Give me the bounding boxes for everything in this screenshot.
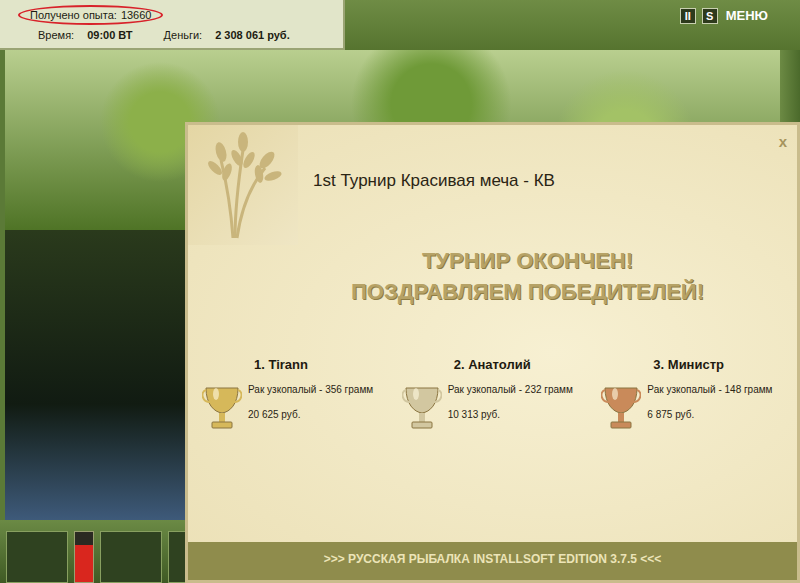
experience-value: 13660 (121, 9, 152, 21)
winner-catch: Рак узкопалый - 148 грамм (647, 384, 772, 395)
top-bar: Получено опыта: 13660 Время: 09:00 ВТ Деньги… (0, 0, 800, 50)
money-value: 2 308 061 руб. (215, 29, 290, 41)
dialog-header: 1st Турнир Красивая меча - КВ x (188, 125, 797, 245)
tournament-dialog: 1st Турнир Красивая меча - КВ x ТУРНИР ОКО… (185, 122, 800, 583)
trophy-icon (202, 382, 242, 432)
winner-prize: 6 875 руб. (647, 409, 772, 420)
hud-panel: Получено опыта: 13660 Время: 09:00 ВТ Деньги… (0, 0, 345, 50)
winner-catch: Рак узкопалый - 356 грамм (248, 384, 373, 395)
result-heading: ТУРНИР ОКОНЧЕН!ПОЗДРАВЛЯЕМ ПОБЕДИТЕЛЕЙ! (188, 245, 797, 307)
winners-list: 1. Tirann Рак узкопалый - 356 грамм 20 625… (188, 357, 797, 432)
close-button[interactable]: x (775, 131, 791, 152)
winner-prize: 10 313 руб. (448, 409, 573, 420)
control-button[interactable]: S (702, 8, 718, 24)
wheat-icon (203, 130, 283, 240)
trophy-icon (402, 382, 442, 432)
winner-name: 3. Министр (601, 357, 793, 372)
time-value: 09:00 ВТ (87, 29, 132, 41)
winner-name: 2. Анатолий (402, 357, 594, 372)
winner-name: 1. Tirann (202, 357, 394, 372)
dialog-footer: >>> РУССКАЯ РЫБАЛКА INSTALLSOFT EDITION … (188, 542, 797, 580)
winner-card: 1. Tirann Рак узкопалый - 356 грамм 20 625… (202, 357, 394, 432)
time-label: Время: (38, 29, 74, 41)
winner-card: 3. Министр Рак узкопалый - 148 грамм 6 875… (601, 357, 793, 432)
winner-prize: 20 625 руб. (248, 409, 373, 420)
trophy-icon (601, 382, 641, 432)
winner-catch: Рак узкопалый - 232 грамм (448, 384, 573, 395)
dialog-title: 1st Турнир Красивая меча - КВ (313, 171, 555, 199)
heading-line: ПОЗДРАВЛЯЕМ ПОБЕДИТЕЛЕЙ! (258, 276, 797, 307)
control-button[interactable]: II (680, 8, 696, 24)
money-label: Деньги: (164, 29, 203, 41)
winner-card: 2. Анатолий Рак узкопалый - 232 грамм 10 3… (402, 357, 594, 432)
heading-line: ТУРНИР ОКОНЧЕН! (258, 245, 797, 276)
power-meter-fill (75, 545, 93, 583)
tool-slot[interactable] (100, 531, 162, 583)
game-screen: Получено опыта: 13660 Время: 09:00 ВТ Деньги… (0, 0, 800, 583)
tool-slot[interactable] (6, 531, 68, 583)
top-controls: II S МЕНЮ (345, 0, 800, 50)
experience-label: Получено опыта: (30, 9, 117, 21)
menu-button[interactable]: МЕНЮ (724, 8, 770, 23)
power-meter (74, 531, 94, 583)
experience-info: Получено опыта: 13660 (18, 5, 163, 25)
logo-panel (188, 125, 298, 245)
